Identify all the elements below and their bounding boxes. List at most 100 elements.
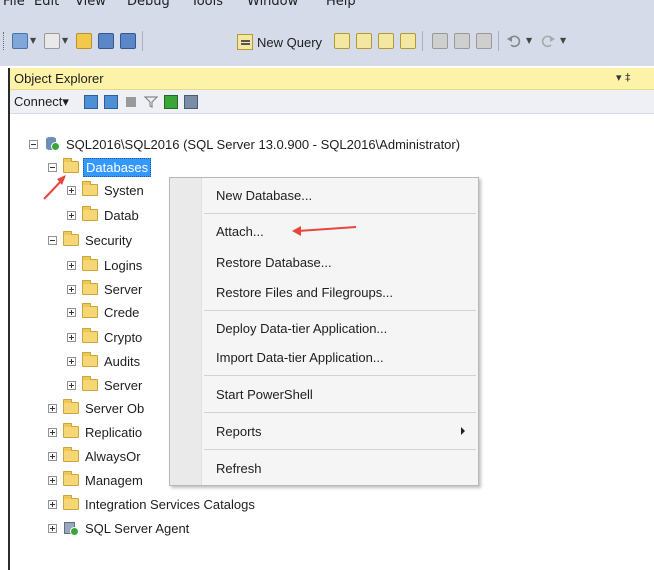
folder-icon bbox=[63, 471, 79, 486]
tree-node-management[interactable]: Managem bbox=[48, 470, 145, 490]
expand-icon[interactable] bbox=[48, 427, 57, 437]
object-explorer-toolbar: Connect▾ bbox=[10, 90, 654, 114]
save-icon[interactable] bbox=[98, 33, 114, 49]
tree-node-credentials[interactable]: Crede bbox=[67, 302, 141, 322]
object-explorer-title-bar: Object Explorer ▾ ‡ bbox=[10, 68, 654, 90]
menu-window[interactable]: Window bbox=[247, 0, 298, 9]
expand-icon[interactable] bbox=[67, 260, 76, 270]
menu-item-start-powershell[interactable]: Start PowerShell bbox=[203, 381, 479, 407]
collapse-icon[interactable] bbox=[48, 162, 57, 172]
dmx-query-icon[interactable] bbox=[378, 33, 394, 49]
tree-node-label: AlwaysOr bbox=[85, 448, 141, 464]
tree-node-alwayson[interactable]: AlwaysOr bbox=[48, 446, 143, 466]
tree-node-system-databases[interactable]: Systen bbox=[67, 180, 146, 200]
disconnect-icon[interactable] bbox=[104, 95, 118, 109]
copy-icon[interactable] bbox=[454, 33, 470, 49]
tree-node-label: Managem bbox=[85, 472, 143, 488]
dropdown-arrow-icon[interactable]: ▼ bbox=[62, 36, 68, 45]
tree-node-server-objects[interactable]: Server Ob bbox=[48, 398, 146, 418]
refresh-icon[interactable] bbox=[164, 95, 178, 109]
tree-node-label: Databases bbox=[83, 157, 152, 177]
tree-node-label: Replicatio bbox=[85, 424, 143, 440]
expand-icon[interactable] bbox=[67, 284, 76, 294]
collapse-icon[interactable] bbox=[48, 235, 57, 245]
expand-icon[interactable] bbox=[48, 475, 57, 485]
toolbar-separator bbox=[422, 31, 423, 51]
tree-node-sql-server-agent[interactable]: SQL Server Agent bbox=[48, 518, 191, 538]
tree-node-label: Server bbox=[104, 281, 143, 297]
connect-object-explorer-icon[interactable] bbox=[84, 95, 98, 109]
cut-icon[interactable] bbox=[432, 33, 448, 49]
folder-icon bbox=[63, 423, 79, 438]
save-all-icon[interactable] bbox=[120, 33, 136, 49]
menu-item-deploy-data-tier-application[interactable]: Deploy Data-tier Application... bbox=[203, 315, 479, 341]
dropdown-arrow-icon[interactable]: ▼ bbox=[526, 36, 532, 45]
tree-node-cryptographic-providers[interactable]: Crypto bbox=[67, 327, 144, 347]
tree-node-replication[interactable]: Replicatio bbox=[48, 422, 144, 442]
expand-icon[interactable] bbox=[67, 356, 76, 366]
folder-icon bbox=[82, 280, 98, 295]
menu-file[interactable]: File bbox=[3, 0, 25, 9]
expand-icon[interactable] bbox=[67, 380, 76, 390]
menu-icon-gutter bbox=[170, 178, 202, 485]
menu-item-import-data-tier-application[interactable]: Import Data-tier Application... bbox=[203, 344, 479, 370]
menu-item-reports[interactable]: Reports bbox=[203, 418, 479, 444]
menu-tools[interactable]: Tools bbox=[191, 0, 223, 9]
dropdown-arrow-icon[interactable]: ▼ bbox=[30, 36, 36, 45]
tree-node-audits[interactable]: Audits bbox=[67, 351, 142, 371]
add-item-icon[interactable] bbox=[44, 33, 60, 49]
menu-view[interactable]: View bbox=[75, 0, 106, 9]
menu-help[interactable]: Help bbox=[326, 0, 356, 9]
menu-item-refresh[interactable]: Refresh bbox=[203, 455, 479, 481]
expand-icon[interactable] bbox=[48, 523, 57, 533]
expand-icon[interactable] bbox=[67, 332, 76, 342]
tree-node-server[interactable]: SQL2016\SQL2016 (SQL Server 13.0.900 - S… bbox=[29, 134, 462, 154]
redo-icon[interactable] bbox=[540, 33, 556, 49]
tree-node-label: Datab bbox=[104, 207, 139, 223]
menu-item-attach[interactable]: Attach... bbox=[203, 218, 479, 244]
toolbar-separator bbox=[142, 31, 143, 51]
tree-node-label: Audits bbox=[104, 353, 141, 369]
menu-item-label: New Database... bbox=[216, 187, 313, 203]
server-icon bbox=[44, 136, 60, 152]
panel-options-icon[interactable]: ▾ ‡ bbox=[616, 71, 631, 84]
connect-button[interactable]: Connect▾ bbox=[14, 94, 69, 110]
expand-icon[interactable] bbox=[67, 210, 76, 220]
xmla-query-icon[interactable] bbox=[400, 33, 416, 49]
database-query-icon[interactable] bbox=[334, 33, 350, 49]
menu-separator bbox=[204, 449, 476, 450]
menu-item-new-database[interactable]: New Database... bbox=[203, 182, 479, 208]
collapse-icon[interactable] bbox=[29, 139, 38, 149]
new-project-icon[interactable] bbox=[12, 33, 28, 49]
toolbar-grip[interactable] bbox=[3, 32, 6, 50]
undo-icon[interactable] bbox=[506, 33, 522, 49]
expand-icon[interactable] bbox=[67, 185, 76, 195]
dropdown-arrow-icon[interactable]: ▼ bbox=[560, 36, 566, 45]
tree-node-integration-services-catalogs[interactable]: Integration Services Catalogs bbox=[48, 494, 257, 514]
tree-node-label: Systen bbox=[104, 182, 144, 198]
tree-node-database-snapshots[interactable]: Datab bbox=[67, 205, 141, 225]
toolbar-separator bbox=[498, 31, 499, 51]
menu-item-restore-files-and-filegroups[interactable]: Restore Files and Filegroups... bbox=[203, 279, 479, 305]
menu-item-label: Restore Files and Filegroups... bbox=[216, 284, 394, 300]
filter-icon[interactable] bbox=[143, 95, 159, 109]
activity-monitor-icon[interactable] bbox=[184, 95, 198, 109]
tree-node-server-roles[interactable]: Server bbox=[67, 279, 144, 299]
stop-icon[interactable] bbox=[126, 97, 136, 107]
menu-debug[interactable]: Debug bbox=[127, 0, 170, 9]
expand-icon[interactable] bbox=[48, 403, 57, 413]
tree-node-logins[interactable]: Logins bbox=[67, 255, 144, 275]
folder-icon bbox=[63, 399, 79, 414]
expand-icon[interactable] bbox=[48, 499, 57, 509]
tree-node-databases[interactable]: Databases bbox=[48, 157, 152, 177]
mdx-query-icon[interactable] bbox=[356, 33, 372, 49]
expand-icon[interactable] bbox=[67, 307, 76, 317]
menu-edit[interactable]: Edit bbox=[34, 0, 59, 9]
paste-icon[interactable] bbox=[476, 33, 492, 49]
menu-item-restore-database[interactable]: Restore Database... bbox=[203, 249, 479, 275]
open-file-icon[interactable] bbox=[76, 33, 92, 49]
new-query-button[interactable]: New Query bbox=[237, 32, 322, 52]
tree-node-server-audit-specifications[interactable]: Server bbox=[67, 375, 144, 395]
expand-icon[interactable] bbox=[48, 451, 57, 461]
tree-node-security[interactable]: Security bbox=[48, 230, 134, 250]
